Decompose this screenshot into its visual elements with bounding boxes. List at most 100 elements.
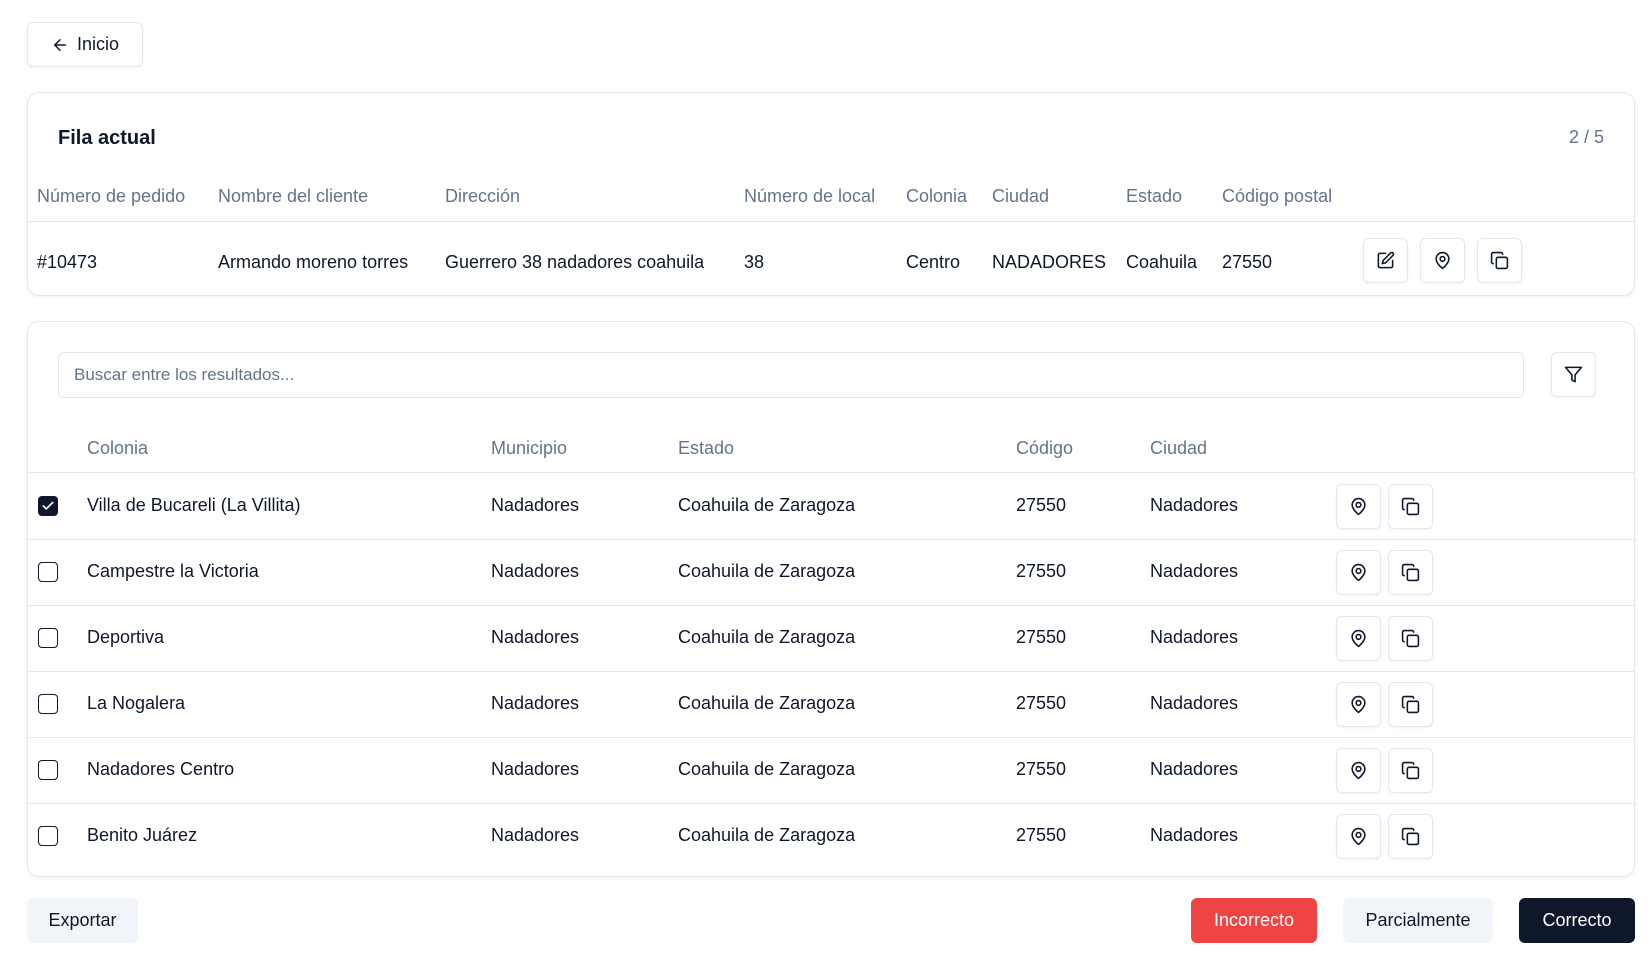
- row-checkbox[interactable]: [38, 760, 58, 780]
- table-row: La Nogalera Nadadores Coahuila de Zaragoza…: [28, 672, 1634, 738]
- ciudad-cell: Nadadores: [1150, 627, 1239, 647]
- ciudad-cell: Nadadores: [1150, 759, 1239, 779]
- export-button[interactable]: Exportar: [27, 898, 138, 943]
- estado-cell: Coahuila de Zaragoza: [678, 825, 856, 845]
- incorrect-button[interactable]: Incorrecto: [1191, 898, 1317, 943]
- table-row: Deportiva Nadadores Coahuila de Zaragoza 27…: [28, 606, 1634, 672]
- row-checkbox[interactable]: [38, 826, 58, 846]
- correct-button[interactable]: Correcto: [1519, 898, 1635, 943]
- copy-icon: [1401, 629, 1420, 648]
- estado-cell: Coahuila de Zaragoza: [678, 627, 856, 647]
- colonia-cell: Nadadores Centro: [87, 759, 235, 779]
- table-row: Villa de Bucareli (La Villita) Nadadores C…: [28, 474, 1634, 540]
- copy-icon: [1401, 827, 1420, 846]
- local-number: 38: [744, 252, 765, 272]
- filter-icon: [1564, 366, 1583, 383]
- results-card: Colonia Municipio Estado Código Ciudad V…: [27, 321, 1635, 877]
- column-header: Estado: [1126, 186, 1183, 206]
- copy-icon: [1401, 497, 1420, 516]
- copy-icon: [1401, 761, 1420, 780]
- colonia-cell: Campestre la Victoria: [87, 561, 259, 581]
- column-header: Nombre del cliente: [218, 186, 369, 206]
- column-header: Estado: [678, 438, 735, 458]
- table-row: Nadadores Centro Nadadores Coahuila de Zar…: [28, 738, 1634, 804]
- table-row: Benito Juárez Nadadores Coahuila de Zarago…: [28, 804, 1634, 870]
- map-pin-icon: [1351, 629, 1366, 648]
- municipio-cell: Nadadores: [491, 627, 580, 647]
- codigo-cell: 27550: [1016, 495, 1067, 515]
- copy-icon: [1401, 563, 1420, 582]
- state: Coahuila: [1126, 252, 1198, 272]
- colonia-cell: Benito Juárez: [87, 825, 198, 845]
- column-header: Número de pedido: [37, 186, 186, 206]
- current-table-row: #10473 Armando moreno torres Guerrero 38…: [28, 231, 1634, 291]
- row-pager: 2 / 5: [1568, 127, 1604, 147]
- map-button[interactable]: [1336, 484, 1381, 529]
- copy-button[interactable]: [1388, 616, 1433, 661]
- estado-cell: Coahuila de Zaragoza: [678, 693, 856, 713]
- estado-cell: Coahuila de Zaragoza: [678, 759, 856, 779]
- column-header: Código postal: [1222, 186, 1333, 206]
- codigo-cell: 27550: [1016, 759, 1067, 779]
- column-header: Número de local: [744, 186, 876, 206]
- row-checkbox[interactable]: [38, 496, 58, 516]
- municipio-cell: Nadadores: [491, 693, 580, 713]
- map-button[interactable]: [1336, 616, 1381, 661]
- copy-button[interactable]: [1388, 748, 1433, 793]
- edit-button[interactable]: [1363, 238, 1408, 283]
- map-button[interactable]: [1420, 238, 1465, 283]
- row-checkbox[interactable]: [38, 562, 58, 582]
- edit-icon: [1377, 251, 1395, 269]
- map-pin-icon: [1351, 827, 1366, 846]
- municipio-cell: Nadadores: [491, 561, 580, 581]
- colonia: Centro: [906, 252, 961, 272]
- row-checkbox[interactable]: [38, 628, 58, 648]
- search-input[interactable]: [58, 352, 1524, 398]
- copy-icon: [1401, 695, 1420, 714]
- map-button[interactable]: [1336, 814, 1381, 859]
- arrow-left-icon: [53, 38, 66, 51]
- address: Guerrero 38 nadadores coahuila: [445, 252, 705, 272]
- map-pin-icon: [1351, 497, 1366, 516]
- city: NADADORES: [992, 252, 1107, 272]
- map-button[interactable]: [1336, 682, 1381, 727]
- codigo-cell: 27550: [1016, 561, 1067, 581]
- order-number: #10473: [37, 252, 98, 272]
- column-header: Colonia: [906, 186, 968, 206]
- colonia-cell: Deportiva: [87, 627, 165, 647]
- copy-button[interactable]: [1477, 238, 1522, 283]
- back-button[interactable]: Inicio: [27, 22, 143, 67]
- estado-cell: Coahuila de Zaragoza: [678, 495, 856, 515]
- copy-icon: [1490, 251, 1509, 270]
- map-button[interactable]: [1336, 748, 1381, 793]
- map-pin-icon: [1351, 695, 1366, 714]
- map-pin-icon: [1435, 251, 1450, 270]
- check-icon: [42, 501, 54, 510]
- column-header: Ciudad: [992, 186, 1050, 206]
- ciudad-cell: Nadadores: [1150, 561, 1239, 581]
- map-button[interactable]: [1336, 550, 1381, 595]
- row-checkbox[interactable]: [38, 694, 58, 714]
- ciudad-cell: Nadadores: [1150, 495, 1239, 515]
- ciudad-cell: Nadadores: [1150, 693, 1239, 713]
- back-button-label: Inicio: [76, 34, 120, 54]
- colonia-cell: Villa de Bucareli (La Villita): [87, 495, 301, 515]
- column-header: Ciudad: [1150, 438, 1208, 458]
- codigo-cell: 27550: [1016, 825, 1067, 845]
- card-title: Fila actual: [58, 127, 156, 149]
- client-name: Armando moreno torres: [218, 252, 409, 272]
- table-row: Campestre la Victoria Nadadores Coahuila d…: [28, 540, 1634, 606]
- estado-cell: Coahuila de Zaragoza: [678, 561, 856, 581]
- municipio-cell: Nadadores: [491, 495, 580, 515]
- colonia-cell: La Nogalera: [87, 693, 186, 713]
- ciudad-cell: Nadadores: [1150, 825, 1239, 845]
- partial-button[interactable]: Parcialmente: [1343, 898, 1493, 943]
- filter-button[interactable]: [1551, 352, 1596, 397]
- copy-button[interactable]: [1388, 484, 1433, 529]
- copy-button[interactable]: [1388, 550, 1433, 595]
- municipio-cell: Nadadores: [491, 825, 580, 845]
- copy-button[interactable]: [1388, 682, 1433, 727]
- current-table-header: Número de pedido Nombre del cliente Dire…: [28, 184, 1634, 222]
- results-table-header: Colonia Municipio Estado Código Ciudad: [28, 424, 1634, 473]
- copy-button[interactable]: [1388, 814, 1433, 859]
